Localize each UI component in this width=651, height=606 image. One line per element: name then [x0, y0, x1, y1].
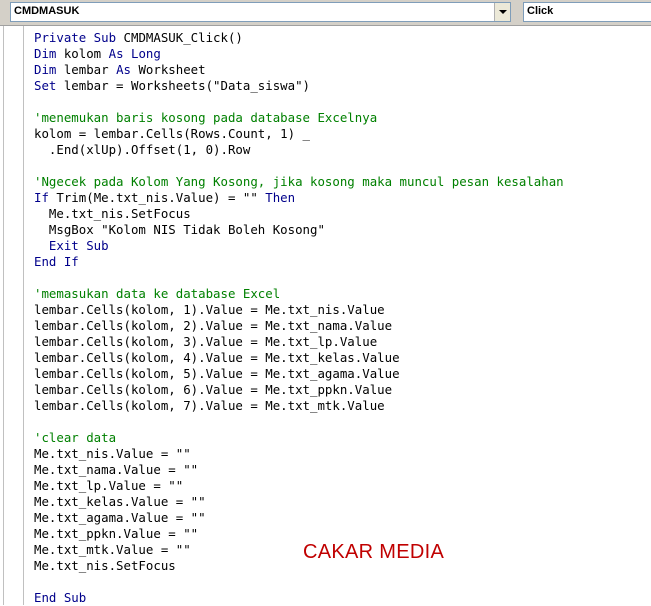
code-line[interactable]: End Sub [34, 590, 564, 606]
code-line[interactable]: Me.txt_nis.SetFocus [34, 206, 564, 222]
code-line[interactable]: .End(xlUp).Offset(1, 0).Row [34, 142, 564, 158]
code-token: CMDMASUK_Click() [123, 30, 243, 45]
code-token: lembar [63, 62, 117, 77]
code-keyword: Then [265, 190, 296, 205]
code-line[interactable]: 'clear data [34, 430, 564, 446]
margin-divider [3, 26, 4, 605]
code-token: kolom [63, 46, 109, 61]
code-line[interactable] [34, 158, 564, 174]
code-token: Me.txt_nis.Value = "" [34, 446, 191, 461]
code-line[interactable] [34, 414, 564, 430]
code-keyword: Set [34, 78, 64, 93]
code-line[interactable]: Me.txt_mtk.Value = "" [34, 542, 564, 558]
code-line[interactable]: Set lembar = Worksheets("Data_siswa") [34, 78, 564, 94]
code-line[interactable]: If Trim(Me.txt_nis.Value) = "" Then [34, 190, 564, 206]
watermark-text: CAKAR MEDIA [303, 541, 445, 563]
code-token: lembar.Cells(kolom, 2).Value = Me.txt_na… [34, 318, 393, 333]
code-token: lembar.Cells(kolom, 5).Value = Me.txt_ag… [34, 366, 400, 381]
procedure-dropdown-value: Click [527, 5, 554, 17]
code-token: lembar.Cells(kolom, 7).Value = Me.txt_mt… [34, 398, 385, 413]
code-line[interactable]: lembar.Cells(kolom, 3).Value = Me.txt_lp… [34, 334, 564, 350]
code-comment: 'clear data [34, 430, 117, 445]
code-token: Me.txt_ppkn.Value = "" [34, 526, 199, 541]
code-line[interactable]: Exit Sub [34, 238, 564, 254]
chevron-down-icon[interactable] [494, 3, 510, 21]
code-token: lembar = Worksheets("Data_siswa") [63, 78, 311, 93]
procedure-dropdown[interactable]: Click [523, 2, 651, 22]
code-line[interactable]: lembar.Cells(kolom, 1).Value = Me.txt_ni… [34, 302, 564, 318]
code-comment: 'menemukan baris kosong pada database Ex… [34, 110, 378, 125]
code-token: MsgBox "Kolom NIS Tidak Boleh Kosong" [34, 222, 325, 237]
code-line[interactable]: lembar.Cells(kolom, 2).Value = Me.txt_na… [34, 318, 564, 334]
object-dropdown[interactable]: CMDMASUK [10, 2, 511, 22]
code-line[interactable]: Me.txt_lp.Value = "" [34, 478, 564, 494]
code-token: lembar.Cells(kolom, 6).Value = Me.txt_pp… [34, 382, 393, 397]
code-token: Me.txt_agama.Value = "" [34, 510, 206, 525]
code-line[interactable]: 'memasukan data ke database Excel [34, 286, 564, 302]
code-token: Me.txt_kelas.Value = "" [34, 494, 206, 509]
code-line[interactable]: Me.txt_nis.Value = "" [34, 446, 564, 462]
code-line[interactable]: lembar.Cells(kolom, 5).Value = Me.txt_ag… [34, 366, 564, 382]
code-line[interactable]: Me.txt_nama.Value = "" [34, 462, 564, 478]
code-keyword: As [116, 62, 139, 77]
code-line[interactable]: Dim kolom As Long [34, 46, 564, 62]
code-line[interactable]: Me.txt_nis.SetFocus [34, 558, 564, 574]
code-line[interactable]: Me.txt_agama.Value = "" [34, 510, 564, 526]
code-line[interactable]: Me.txt_ppkn.Value = "" [34, 526, 564, 542]
code-editor[interactable]: Private Sub CMDMASUK_Click() Dim kolom As… [0, 26, 651, 605]
code-line[interactable]: End If [34, 254, 564, 270]
code-token: .End(xlUp).Offset(1, 0).Row [34, 142, 251, 157]
code-token: Me.txt_lp.Value = "" [34, 478, 184, 493]
code-text[interactable]: Private Sub CMDMASUK_Click() Dim kolom As… [34, 30, 564, 606]
code-line[interactable]: 'Ngecek pada Kolom Yang Kosong, jika kos… [34, 174, 564, 190]
code-token: lembar.Cells(kolom, 4).Value = Me.txt_ke… [34, 350, 400, 365]
code-window-toolbar: CMDMASUK Click [0, 0, 651, 26]
code-line[interactable]: Dim lembar As Worksheet [34, 62, 564, 78]
code-line[interactable]: lembar.Cells(kolom, 6).Value = Me.txt_pp… [34, 382, 564, 398]
code-line[interactable]: kolom = lembar.Cells(Rows.Count, 1) _ [34, 126, 564, 142]
code-token: Me.txt_mtk.Value = "" [34, 542, 191, 557]
code-token: Me.txt_nis.SetFocus [34, 558, 176, 573]
code-line[interactable]: Me.txt_kelas.Value = "" [34, 494, 564, 510]
code-keyword: Dim [34, 46, 64, 61]
code-line[interactable] [34, 574, 564, 590]
code-token: Trim(Me.txt_nis.Value) = "" [56, 190, 266, 205]
code-token: Me.txt_nis.SetFocus [34, 206, 191, 221]
code-line[interactable]: 'menemukan baris kosong pada database Ex… [34, 110, 564, 126]
code-keyword: As Long [108, 46, 161, 61]
code-keyword: Dim [34, 62, 64, 77]
code-line[interactable]: MsgBox "Kolom NIS Tidak Boleh Kosong" [34, 222, 564, 238]
code-token: Me.txt_nama.Value = "" [34, 462, 199, 477]
code-line[interactable]: lembar.Cells(kolom, 4).Value = Me.txt_ke… [34, 350, 564, 366]
code-keyword: Private Sub [34, 30, 124, 45]
editor-margin [0, 26, 24, 605]
code-token: Worksheet [138, 62, 206, 77]
code-comment: 'memasukan data ke database Excel [34, 286, 281, 301]
code-keyword: End If [34, 254, 79, 269]
code-token: kolom = lembar.Cells(Rows.Count, 1) _ [34, 126, 311, 141]
code-line[interactable]: Private Sub CMDMASUK_Click() [34, 30, 564, 46]
code-keyword: End Sub [34, 590, 87, 605]
code-line[interactable]: lembar.Cells(kolom, 7).Value = Me.txt_mt… [34, 398, 564, 414]
code-token: lembar.Cells(kolom, 3).Value = Me.txt_lp… [34, 334, 378, 349]
code-line[interactable] [34, 94, 564, 110]
code-line[interactable] [34, 270, 564, 286]
code-keyword: Exit Sub [34, 238, 109, 253]
code-token: lembar.Cells(kolom, 1).Value = Me.txt_ni… [34, 302, 385, 317]
object-dropdown-value: CMDMASUK [14, 5, 80, 17]
code-comment: 'Ngecek pada Kolom Yang Kosong, jika kos… [34, 174, 564, 189]
code-keyword: If [34, 190, 57, 205]
